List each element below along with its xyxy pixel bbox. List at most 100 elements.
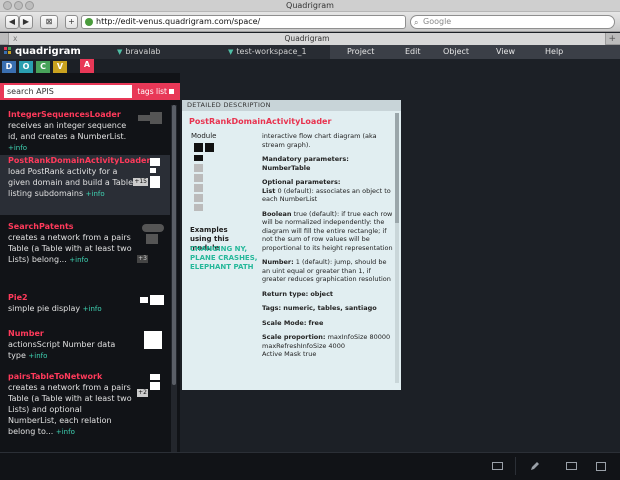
- module-diagram-icon: [194, 143, 214, 211]
- module-label: Module: [191, 132, 217, 140]
- tags-list-button[interactable]: tags list: [137, 86, 174, 97]
- tab-apis[interactable]: A: [80, 59, 94, 73]
- workspace-name: test-workspace_1: [236, 47, 307, 56]
- lab-name: bravalab: [125, 47, 161, 56]
- module-desc: receives an integer sequence id, and cre…: [8, 121, 127, 152]
- input-count-badge: +15: [133, 178, 148, 186]
- menu-view[interactable]: View: [496, 45, 515, 59]
- url-text: http://edit-venus.quadrigram.com/space/: [96, 17, 261, 26]
- detail-scrollbar[interactable]: [395, 113, 399, 383]
- module-glyph-icon: [142, 224, 164, 244]
- list-item[interactable]: pairsTableToNetwork creates a network fr…: [0, 371, 170, 436]
- tab-controls[interactable]: C: [36, 61, 50, 73]
- logo-icon: [4, 47, 11, 54]
- list-item[interactable]: IntegerSequencesLoader receives an integ…: [0, 109, 170, 152]
- tab-data[interactable]: D: [2, 61, 16, 73]
- module-desc: load PostRank activity for a given domai…: [8, 167, 134, 198]
- tags-list-label: tags list: [137, 87, 167, 96]
- list-scrollbar[interactable]: [171, 105, 177, 460]
- pencil-icon[interactable]: [530, 461, 540, 471]
- add-bookmark-button[interactable]: +: [65, 15, 78, 29]
- module-desc: creates a network from a pairs Table (a …: [8, 233, 132, 264]
- info-link[interactable]: +info: [69, 256, 88, 264]
- scale-mode: Scale Mode: free: [262, 318, 324, 327]
- return-type: Return type: object: [262, 289, 334, 298]
- list-item[interactable]: Pie2 simple pie display +info: [0, 292, 170, 322]
- info-link[interactable]: +info: [83, 305, 102, 313]
- description-column: interactive flow chart diagram (aka stre…: [262, 132, 395, 365]
- reader-button[interactable]: ⊠: [40, 15, 58, 29]
- tab-operators[interactable]: O: [19, 61, 33, 73]
- logo-text: quadrigram: [15, 46, 81, 57]
- workspace-selector[interactable]: ▼ test-workspace_1: [228, 45, 307, 59]
- new-tab-button[interactable]: +: [608, 33, 616, 45]
- module-glyph-icon: [150, 374, 160, 390]
- module-desc: simple pie display +info: [8, 304, 102, 313]
- module-glyph-icon: [150, 158, 160, 188]
- input-count-badge: +3: [137, 255, 148, 263]
- window-icon[interactable]: [566, 462, 577, 470]
- mandatory-params: Mandatory parameters: NumberTable: [262, 155, 349, 172]
- module-title: PostRankDomainActivityLoader: [8, 156, 151, 165]
- scrollbar-thumb[interactable]: [395, 113, 399, 223]
- search-placeholder: Google: [423, 17, 452, 26]
- menu-bar: Project Edit Object View Help: [330, 45, 620, 59]
- list-item[interactable]: Number actionsScript Number data type +i…: [0, 328, 170, 368]
- examples-links[interactable]: CHANGING NY, PLANE CRASHES, ELEPHANT PAT…: [190, 245, 265, 272]
- image-icon[interactable]: [492, 462, 503, 470]
- menu-help[interactable]: Help: [545, 45, 563, 59]
- info-link[interactable]: +info: [56, 428, 75, 436]
- tab-strip: x Quadrigram +: [0, 33, 620, 45]
- module-browser: tags list IntegerSequencesLoader receive…: [0, 73, 180, 470]
- optional-params: Optional parameters: List 0 (default): as…: [262, 178, 391, 203]
- info-link[interactable]: +info: [86, 190, 105, 198]
- menu-project[interactable]: Project: [347, 45, 374, 59]
- detail-panel: DETAILED DESCRIPTION PostRankDomainActiv…: [182, 100, 401, 390]
- scale-proportion: Scale proportion: maxInfoSize 80000 maxRe…: [262, 333, 391, 358]
- tab-quadrigram[interactable]: x Quadrigram: [8, 33, 606, 45]
- lab-selector[interactable]: ▼ bravalab: [117, 45, 161, 59]
- forward-button[interactable]: ▶: [19, 15, 33, 29]
- close-tab-icon[interactable]: x: [13, 33, 17, 45]
- app-logo[interactable]: quadrigram: [4, 45, 81, 59]
- globe-icon: [85, 18, 93, 26]
- search-icon: ⌕: [414, 18, 419, 27]
- module-desc: creates a network from a pairs Table (a …: [8, 383, 132, 436]
- module-desc: actionsScript Number data type +info: [8, 340, 116, 360]
- boolean-param: Boolean true (default): if true each row…: [262, 209, 393, 252]
- module-glyph-icon: [140, 295, 164, 305]
- module-glyph-icon: [138, 112, 162, 124]
- api-search-input[interactable]: [4, 85, 132, 98]
- scrollbar-thumb[interactable]: [172, 105, 176, 385]
- detail-title: PostRankDomainActivityLoader: [189, 117, 332, 126]
- menu-object[interactable]: Object: [443, 45, 469, 59]
- back-button[interactable]: ◀: [5, 15, 19, 29]
- category-tabs: D O C V A: [0, 59, 620, 73]
- input-count-badge: +2: [137, 389, 148, 397]
- url-bar[interactable]: http://edit-venus.quadrigram.com/space/: [81, 15, 406, 29]
- module-title: pairsTableToNetwork: [8, 372, 103, 381]
- info-link[interactable]: +info: [28, 352, 47, 360]
- list-item[interactable]: SearchPatents creates a network from a p…: [0, 221, 170, 273]
- fullscreen-icon[interactable]: [596, 462, 606, 471]
- window-title: Quadrigram: [286, 1, 334, 10]
- app-header: quadrigram ▼ bravalab ▼ test-workspace_1 P…: [0, 45, 620, 59]
- search-bar: tags list: [0, 83, 180, 100]
- tags-icon: [169, 89, 174, 94]
- tags: Tags: numeric, tables, santiago: [262, 304, 377, 312]
- detail-header: DETAILED DESCRIPTION: [182, 100, 401, 111]
- chevron-down-icon: ▼: [228, 48, 234, 56]
- module-glyph-icon: [144, 331, 162, 349]
- bottom-toolbar: [0, 452, 620, 480]
- menu-edit[interactable]: Edit: [405, 45, 421, 59]
- number-param: Number: 1 (default): jump, should be an …: [262, 258, 391, 283]
- chevron-down-icon: ▼: [117, 48, 123, 56]
- window-titlebar: Quadrigram: [0, 0, 620, 12]
- list-item-selected[interactable]: PostRankDomainActivityLoader load PostRa…: [0, 155, 170, 215]
- browser-toolbar: ◀ ▶ ⊠ + http://edit-venus.quadrigram.com…: [0, 12, 620, 32]
- info-link[interactable]: +info: [8, 144, 27, 152]
- browser-search-field[interactable]: ⌕ Google: [410, 15, 615, 29]
- tab-title: Quadrigram: [284, 34, 330, 43]
- intro-text: interactive flow chart diagram (aka stre…: [262, 132, 377, 149]
- tab-visualizers[interactable]: V: [53, 61, 67, 73]
